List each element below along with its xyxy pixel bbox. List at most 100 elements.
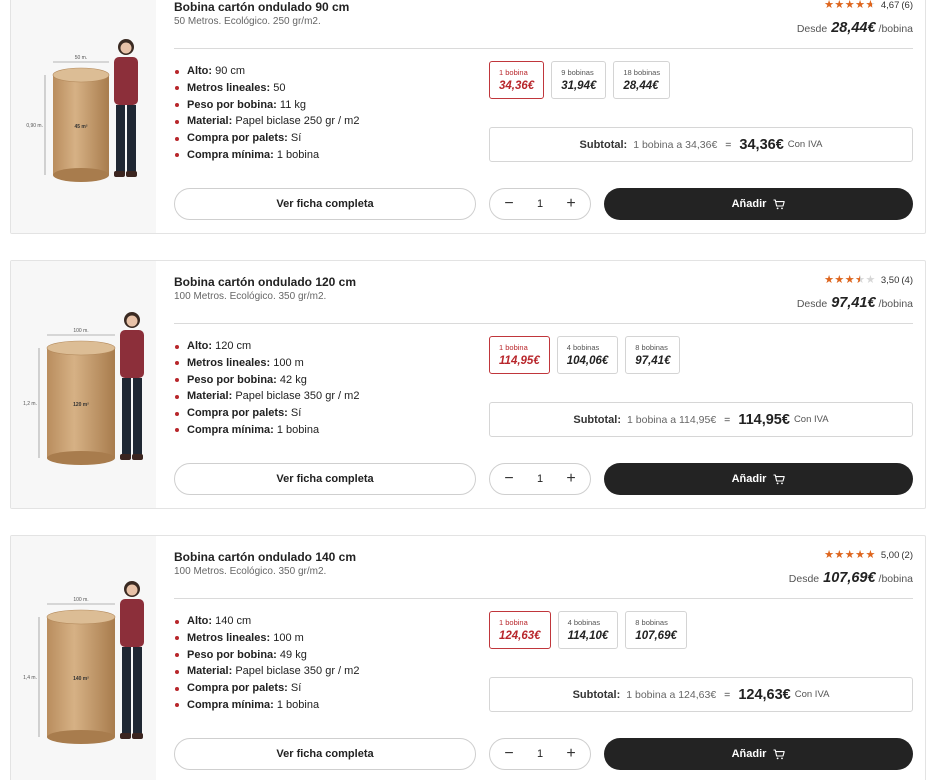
quantity-option[interactable]: 9 bobinas 31,94€ <box>551 61 607 99</box>
option-price: 104,06€ <box>566 355 609 367</box>
rating-count: (2) <box>901 550 913 561</box>
subtotal-box: Subtotal: 1 bobina a 124,63€ = 124,63€ Con I… <box>489 677 913 712</box>
minus-icon[interactable]: − <box>502 196 516 212</box>
product-subtitle: 100 Metros. Ecológico. 350 gr/m2. <box>174 566 327 577</box>
product-title[interactable]: Bobina cartón ondulado 90 cm <box>174 0 349 14</box>
product-rating[interactable]: ★★★★★ ★★★★★ 5,00 (2) <box>824 550 913 562</box>
spec-item: Material: Papel biclase 350 gr / m2 <box>174 388 359 405</box>
spec-item: Metros lineales: 100 m <box>174 630 359 647</box>
spec-value: 1 bobina <box>276 698 320 711</box>
subtotal-equals: = <box>724 688 731 701</box>
spec-key: Alto: <box>187 615 213 627</box>
subtotal-equals: = <box>725 138 732 151</box>
subtotal-tax: Con IVA <box>793 414 829 425</box>
quantity-option[interactable]: 18 bobinas 28,44€ <box>613 61 671 99</box>
star-icon: ★★★★★★★★★★ <box>824 0 876 11</box>
subtotal-total: 124,63€ <box>738 686 791 703</box>
product-image: 50 m. 0,90 m. 45 m² <box>26 39 138 182</box>
product-card: 50 m. 0,90 m. 45 m² Bobina cartón ondulado … <box>10 0 926 234</box>
product-photo[interactable]: 50 m. 0,90 m. 45 m² <box>11 0 156 233</box>
spec-key: Peso por bobina: <box>187 373 277 386</box>
spec-key: Metros lineales: <box>187 81 271 94</box>
spec-list: Alto: 140 cm Metros lineales: 100 m Peso p… <box>174 613 359 714</box>
quantity-value[interactable]: 1 <box>537 748 543 760</box>
option-price: 124,63€ <box>499 630 541 642</box>
spec-item: Material: Papel biclase 250 gr / m2 <box>174 113 359 130</box>
view-details-button[interactable]: Ver ficha completa <box>174 738 476 770</box>
spec-key: Compra mínima: <box>187 423 274 436</box>
spec-item: Alto: 120 cm <box>174 338 359 355</box>
product-body: Bobina cartón ondulado 90 cm 50 Metros. E… <box>174 0 913 233</box>
subtotal-box: Subtotal: 1 bobina a 34,36€ = 34,36€ Con IVA <box>489 127 913 162</box>
spec-item: Compra mínima: 1 bobina <box>174 697 359 714</box>
add-to-cart-button[interactable]: Añadir <box>604 738 913 770</box>
subtotal-detail: 1 bobina a 114,95€ <box>627 413 717 426</box>
area-label: 45 m² <box>74 124 87 130</box>
spec-key: Peso por bobina: <box>187 648 277 661</box>
quantity-option[interactable]: 8 bobinas 97,41€ <box>625 336 681 374</box>
subtotal-label: Subtotal: <box>573 413 622 426</box>
from-label: Desde <box>796 298 828 310</box>
subtotal-tax: Con IVA <box>787 139 823 150</box>
view-details-button[interactable]: Ver ficha completa <box>174 463 476 495</box>
product-title[interactable]: Bobina cartón ondulado 120 cm <box>174 275 356 289</box>
width-label: 100 m. <box>73 328 88 334</box>
add-to-cart-button[interactable]: Añadir <box>604 188 913 220</box>
quantity-option[interactable]: 4 bobinas 114,10€ <box>557 611 619 649</box>
product-photo[interactable]: 100 m. 1,4 m. 140 m² <box>11 536 156 780</box>
height-label: 0,90 m. <box>26 123 43 129</box>
option-label: 8 bobinas <box>635 343 668 352</box>
spec-value: Papel biclase 350 gr / m2 <box>235 665 360 678</box>
rating-value: 5,00 <box>880 550 900 561</box>
option-price: 107,69€ <box>635 630 677 642</box>
height-label: 1,2 m. <box>23 401 37 407</box>
spec-item: Metros lineales: 50 <box>174 80 359 97</box>
quantity-options: 1 bobina 124,63€ 4 bobinas 114,10€ 8 bobinas… <box>489 611 694 649</box>
product-rating[interactable]: ★★★★★ ★★★★★ 4,67 (6) <box>824 0 913 11</box>
product-body: Bobina cartón ondulado 120 cm 100 Metros.… <box>174 261 913 508</box>
quantity-value[interactable]: 1 <box>537 473 543 485</box>
quantity-option[interactable]: 1 bobina 34,36€ <box>489 61 545 99</box>
option-label: 4 bobinas <box>566 343 600 352</box>
from-price-unit: /bobina <box>878 23 913 35</box>
spec-key: Compra por palets: <box>187 132 288 145</box>
add-to-cart-button[interactable]: Añadir <box>604 463 913 495</box>
spec-key: Compra mínima: <box>187 698 274 711</box>
option-label: 1 bobina <box>499 68 528 77</box>
subtotal-tax: Con IVA <box>794 689 830 700</box>
quantity-option[interactable]: 1 bobina 124,63€ <box>489 611 551 649</box>
plus-icon[interactable]: + <box>564 196 578 212</box>
spec-key: Metros lineales: <box>187 356 271 369</box>
roll-bottom <box>47 451 115 465</box>
minus-icon[interactable]: − <box>502 471 516 487</box>
product-subtitle: 100 Metros. Ecológico. 350 gr/m2. <box>174 291 327 302</box>
quantity-option[interactable]: 1 bobina 114,95€ <box>489 336 550 374</box>
minus-icon[interactable]: − <box>502 746 516 762</box>
from-label: Desde <box>788 573 820 585</box>
person-figure <box>120 581 144 739</box>
quantity-value[interactable]: 1 <box>537 198 543 210</box>
spec-value: 11 kg <box>279 98 306 111</box>
spec-item: Compra por palets: Sí <box>174 130 359 147</box>
spec-value: 1 bobina <box>276 423 320 436</box>
plus-icon[interactable]: + <box>564 471 578 487</box>
roll-bottom <box>47 730 115 744</box>
quantity-stepper: − 1 + <box>489 738 591 770</box>
quantity-stepper: − 1 + <box>489 188 591 220</box>
product-card: 100 m. 1,2 m. 120 m² Bobina cartón ondulado… <box>10 260 926 509</box>
plus-icon[interactable]: + <box>564 746 578 762</box>
spec-item: Metros lineales: 100 m <box>174 355 359 372</box>
product-title[interactable]: Bobina cartón ondulado 140 cm <box>174 550 356 564</box>
option-price: 114,10€ <box>567 630 609 642</box>
person-figure <box>114 39 138 177</box>
product-rating[interactable]: ★★★★★★★★★★ 3,50(4) <box>824 274 913 287</box>
view-details-button[interactable]: Ver ficha completa <box>174 188 476 220</box>
subtotal-equals: = <box>724 413 731 426</box>
option-label: 9 bobinas <box>561 68 594 77</box>
quantity-option[interactable]: 4 bobinas 104,06€ <box>556 336 619 374</box>
roll-top <box>52 67 110 83</box>
from-price: Desde 28,44€/bobina <box>797 20 913 36</box>
quantity-option[interactable]: 8 bobinas 107,69€ <box>625 611 687 649</box>
product-photo[interactable]: 100 m. 1,2 m. 120 m² <box>11 261 156 508</box>
star-icon: ★★★★★★★★★★ <box>824 274 876 286</box>
